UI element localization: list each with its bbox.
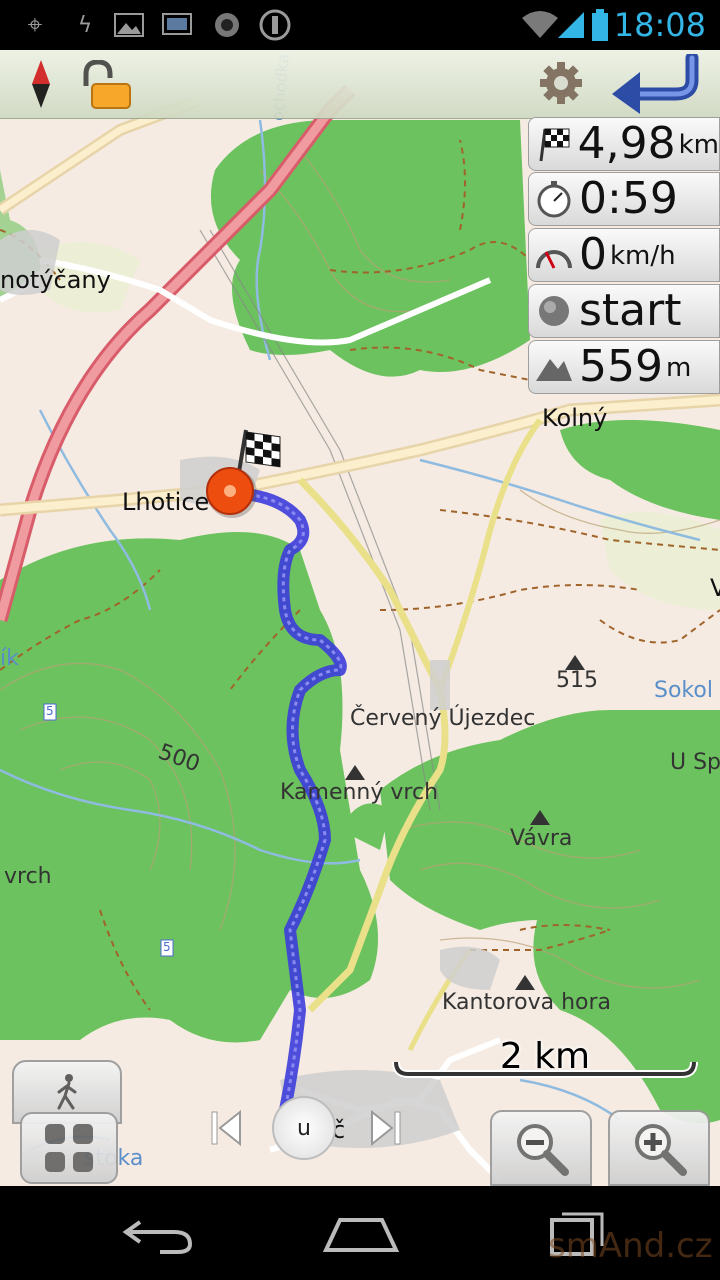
place-label: Kamenný vrch xyxy=(280,780,439,805)
mountain-icon xyxy=(529,342,579,392)
status-bar: ⌖ ϟ 18:08 xyxy=(0,0,720,50)
zoom-out-button[interactable] xyxy=(490,1110,592,1186)
scale-bar: 2 km xyxy=(392,1036,698,1080)
menu-button[interactable] xyxy=(20,1112,118,1184)
place-label: U Sp xyxy=(670,750,720,775)
walker-icon xyxy=(57,1074,77,1110)
place-label: notýčany xyxy=(0,266,111,294)
distance-unit: km xyxy=(678,130,719,160)
distance-value: 4,98 xyxy=(577,118,676,169)
finish-flag-icon xyxy=(529,119,578,169)
zoom-in-button[interactable] xyxy=(608,1110,710,1186)
watermark: smAnd.cz xyxy=(548,1226,713,1266)
unlock-icon[interactable] xyxy=(76,59,136,110)
battery-icon xyxy=(588,8,612,42)
recording-status: start xyxy=(579,285,682,336)
screen-icon xyxy=(160,8,194,42)
time-value: 0:59 xyxy=(579,173,678,224)
elevation-label: 515 xyxy=(556,668,598,693)
zoom-out-icon xyxy=(517,1124,569,1176)
navigation-bar: smAnd.cz xyxy=(0,1186,720,1280)
place-label: Lhotice xyxy=(122,488,210,516)
place-label: Sokol xyxy=(654,678,713,703)
stopwatch-icon xyxy=(529,174,579,224)
distance-panel[interactable]: 4,98 km xyxy=(528,117,720,171)
app-icon xyxy=(210,8,244,42)
next-button[interactable] xyxy=(368,1108,404,1148)
place-label: vrch xyxy=(4,864,52,889)
peak-icon xyxy=(345,765,365,780)
recording-panel[interactable]: start xyxy=(528,284,720,338)
place-label: V xyxy=(710,574,720,602)
gear-icon[interactable] xyxy=(538,60,584,106)
place-label: Kantorova hora xyxy=(442,990,611,1015)
back-nav-icon[interactable] xyxy=(120,1214,200,1254)
position-marker-icon xyxy=(206,467,257,518)
road-number: 5 xyxy=(46,704,54,718)
peak-icon xyxy=(515,975,535,990)
place-label: Kolný xyxy=(542,404,608,432)
previous-button[interactable] xyxy=(208,1108,244,1148)
compass-icon[interactable] xyxy=(26,58,56,110)
speed-unit: km/h xyxy=(610,241,676,271)
top-toolbar xyxy=(0,50,720,119)
place-label: Vávra xyxy=(510,826,573,851)
stream-label: ík xyxy=(0,646,19,671)
playback-center-label: u xyxy=(297,1115,311,1141)
speedometer-icon xyxy=(529,230,579,280)
time-panel[interactable]: 0:59 xyxy=(528,172,720,226)
record-icon xyxy=(529,286,579,336)
road-number: 5 xyxy=(163,940,171,954)
altitude-value: 559 xyxy=(579,341,663,392)
speed-value: 0 xyxy=(579,229,607,280)
flash-icon: ϟ xyxy=(77,12,93,38)
gallery-icon xyxy=(112,8,146,42)
altitude-unit: m xyxy=(665,353,692,383)
zoom-in-icon xyxy=(635,1124,687,1176)
signal-icon xyxy=(554,8,588,42)
back-icon[interactable] xyxy=(604,51,704,114)
sync-icon xyxy=(258,8,292,42)
gps-icon: ⌖ xyxy=(27,9,43,40)
speed-panel[interactable]: 0 km/h xyxy=(528,228,720,282)
home-nav-icon[interactable] xyxy=(322,1214,400,1254)
playback-center-button[interactable]: u xyxy=(272,1096,336,1160)
grid-icon xyxy=(45,1124,93,1172)
place-label: Červený Újezdec xyxy=(350,706,536,731)
clock: 18:08 xyxy=(613,6,706,44)
altitude-panel[interactable]: 559 m xyxy=(528,340,720,394)
